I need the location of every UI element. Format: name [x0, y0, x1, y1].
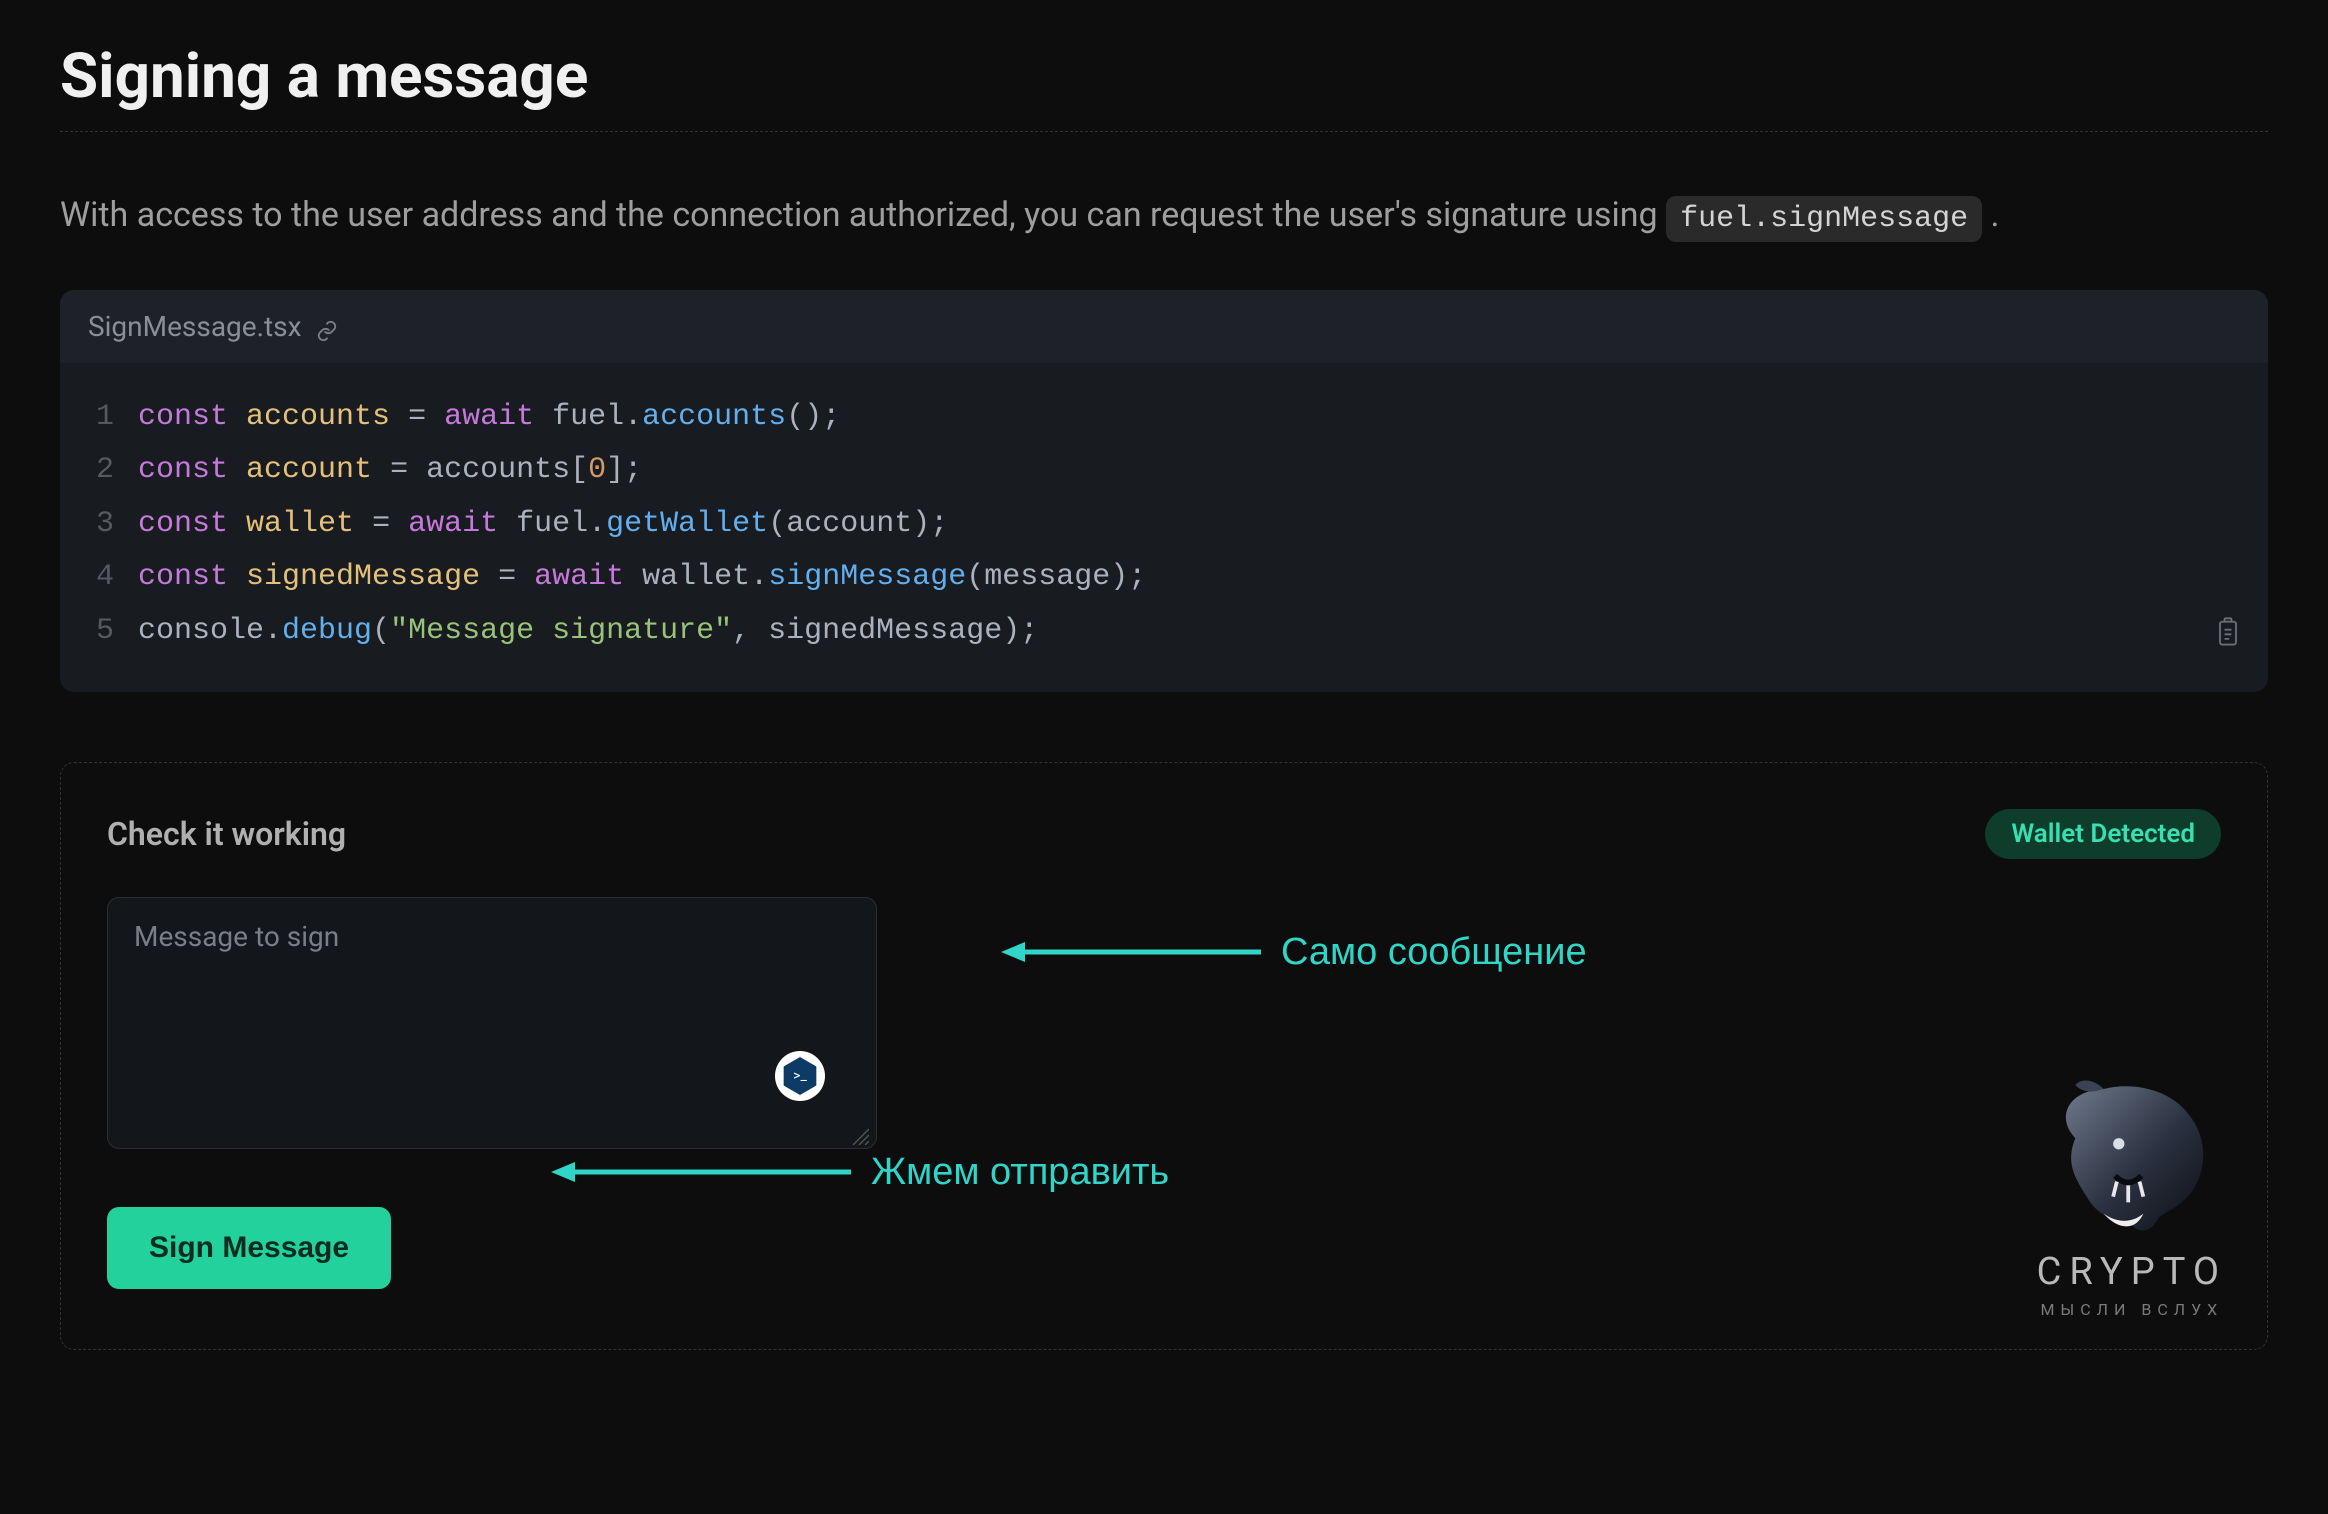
watermark-title: CRYPTO [2037, 1250, 2227, 1294]
watermark: CRYPTO МЫСЛИ ВСЛУХ [2037, 1072, 2227, 1319]
code-line: 4const signedMessage = await wallet.sign… [92, 551, 2236, 604]
panther-icon [2037, 1072, 2227, 1242]
message-textarea[interactable] [107, 897, 877, 1149]
code-filename: SignMessage.tsx [88, 310, 302, 343]
intro-text: With access to the user address and the … [60, 195, 1666, 235]
code-card: SignMessage.tsx 1const accounts = await … [60, 290, 2268, 692]
title-divider [60, 131, 2268, 132]
arrow-left-icon [551, 1159, 851, 1185]
line-number: 2 [92, 444, 138, 497]
example-title: Check it working [107, 815, 346, 853]
code-line: 1const accounts = await fuel.accounts(); [92, 391, 2236, 444]
line-number: 5 [92, 605, 138, 658]
link-icon[interactable] [316, 316, 338, 338]
line-content: const wallet = await fuel.getWallet(acco… [138, 498, 948, 551]
line-content: console.debug("Message signature", signe… [138, 605, 1038, 658]
line-number: 1 [92, 391, 138, 444]
inline-code-api: fuel.signMessage [1666, 196, 1982, 242]
annotation-send: Жмем отправить [551, 1151, 1169, 1194]
example-panel: Check it working Wallet Detected >_ Sign… [60, 762, 2268, 1350]
line-content: const accounts = await fuel.accounts(); [138, 391, 840, 444]
code-body: 1const accounts = await fuel.accounts();… [60, 363, 2268, 692]
code-line: 5console.debug("Message signature", sign… [92, 605, 2236, 658]
watermark-subtitle: МЫСЛИ ВСЛУХ [2040, 1300, 2223, 1319]
page-title: Signing a message [60, 40, 2268, 113]
arrow-left-icon [1001, 939, 1261, 965]
example-header: Check it working Wallet Detected [107, 809, 2221, 859]
code-line: 2const account = accounts[0]; [92, 444, 2236, 497]
code-line: 3const wallet = await fuel.getWallet(acc… [92, 498, 2236, 551]
annotation-message: Само сообщение [1001, 931, 1587, 974]
code-header: SignMessage.tsx [60, 290, 2268, 363]
wallet-detected-badge: Wallet Detected [1985, 809, 2221, 859]
line-number: 3 [92, 498, 138, 551]
intro-paragraph: With access to the user address and the … [60, 190, 2268, 242]
line-content: const signedMessage = await wallet.signM… [138, 551, 1146, 604]
message-textarea-wrap: >_ [107, 897, 877, 1153]
line-content: const account = accounts[0]; [138, 444, 642, 497]
copy-icon[interactable] [2214, 615, 2242, 668]
annotation-message-text: Само сообщение [1281, 931, 1587, 974]
annotation-send-text: Жмем отправить [871, 1151, 1169, 1194]
sign-message-button[interactable]: Sign Message [107, 1207, 391, 1289]
line-number: 4 [92, 551, 138, 604]
intro-suffix: . [1982, 195, 1999, 235]
